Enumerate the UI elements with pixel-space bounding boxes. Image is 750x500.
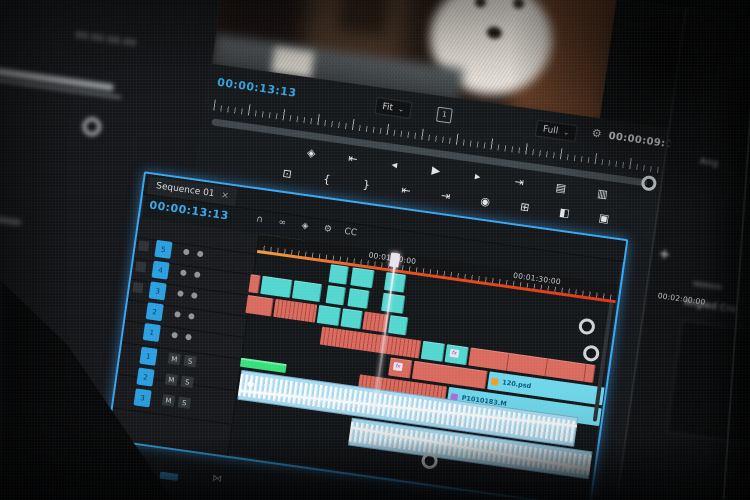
go-to-in-icon[interactable]: ⇤: [385, 181, 426, 199]
video-clip[interactable]: [260, 275, 293, 298]
source-patch[interactable]: [135, 261, 147, 273]
captions-icon[interactable]: CC: [343, 227, 358, 239]
play-icon[interactable]: ▶: [414, 161, 457, 180]
source-zoom-handle[interactable]: [81, 116, 103, 137]
video-clip[interactable]: [388, 315, 409, 336]
video-track-targets: 54321: [142, 239, 173, 346]
video-clip[interactable]: [347, 288, 370, 309]
track-target-button[interactable]: 5: [154, 239, 173, 259]
snap-icon[interactable]: ∩: [252, 214, 267, 226]
mute-button[interactable]: M: [167, 352, 182, 366]
track-target-button[interactable]: 1: [142, 322, 161, 343]
button-editor-plus[interactable]: +: [658, 246, 672, 263]
settings-icon[interactable]: ▣: [583, 209, 624, 227]
track-target-button[interactable]: 4: [151, 260, 170, 280]
add-marker-icon[interactable]: ◈: [290, 144, 333, 163]
solo-button[interactable]: S: [180, 375, 194, 389]
video-clip[interactable]: [420, 340, 446, 362]
track-visibility-toggle[interactable]: [190, 292, 198, 299]
track-visibility-toggle[interactable]: [193, 271, 201, 279]
video-clip[interactable]: [328, 264, 349, 285]
bottom-shadow: [0, 440, 750, 500]
track-lock-toggle[interactable]: [180, 269, 187, 277]
go-to-out-icon[interactable]: ⇥: [425, 187, 466, 205]
mark-out-icon[interactable]: }: [346, 176, 387, 194]
settings-wrench-icon[interactable]: ⚙: [320, 224, 335, 236]
close-icon[interactable]: ×: [221, 190, 230, 201]
step-back-icon[interactable]: ◂: [373, 155, 416, 174]
go-to-in-icon[interactable]: ⇤: [331, 149, 374, 168]
zoom-level-value: Fit: [381, 101, 394, 113]
clip-label: 120.psd: [501, 378, 532, 391]
mute-button[interactable]: M: [164, 373, 179, 386]
blurred-label: [0, 212, 22, 226]
vertical-scrollbar[interactable]: [592, 302, 614, 422]
source-patch[interactable]: [138, 240, 150, 252]
solo-button[interactable]: S: [177, 396, 192, 409]
video-clip[interactable]: [248, 274, 261, 294]
video-clip[interactable]: [340, 308, 363, 329]
chevron-down-icon: ⌄: [397, 104, 406, 114]
fx-badge-orange: [490, 377, 499, 386]
video-clip[interactable]: [316, 305, 342, 326]
track-lock-toggle[interactable]: [182, 248, 190, 256]
audio-target-button[interactable]: 3: [133, 388, 152, 408]
playback-settings-icon[interactable]: 1: [435, 106, 453, 124]
solo-button[interactable]: S: [183, 354, 197, 368]
step-forward-icon[interactable]: ▸: [456, 167, 499, 186]
track-visibility-toggle[interactable]: [185, 333, 192, 341]
fx-badge: fx: [392, 362, 403, 372]
export-frame-icon[interactable]: ⊡: [266, 165, 307, 183]
video-clip[interactable]: [291, 280, 323, 303]
audio-target-button[interactable]: 2: [136, 367, 155, 387]
video-clip[interactable]: [325, 285, 346, 306]
video-clip[interactable]: [350, 267, 375, 289]
photo-of-editing-screen: 00:00:00:00 00:00:13:13 Fit ⌄ 1 ◈ ⇤ ◂ ▶ …: [0, 0, 750, 500]
source-patch[interactable]: [132, 281, 144, 294]
scroll-handle[interactable]: [577, 317, 596, 336]
video-clip[interactable]: [383, 272, 407, 293]
mark-in-icon[interactable]: {: [306, 170, 347, 188]
track-target-button[interactable]: 2: [145, 302, 164, 322]
zoom-level-dropdown[interactable]: Fit ⌄: [374, 97, 413, 119]
track-lock-toggle[interactable]: [171, 331, 179, 339]
track-lock-toggle[interactable]: [174, 311, 181, 318]
source-timecode[interactable]: 00:00:00:00: [75, 31, 137, 49]
track-lock-toggle[interactable]: [177, 290, 184, 298]
mute-button[interactable]: M: [161, 394, 176, 407]
video-clip[interactable]: [273, 298, 318, 323]
video-clip[interactable]: [245, 295, 274, 317]
track-visibility-toggle[interactable]: [188, 312, 195, 320]
linked-selection-icon[interactable]: ∞: [275, 217, 290, 229]
scroll-handle[interactable]: [582, 344, 601, 363]
video-clip[interactable]: [381, 292, 406, 314]
audio-target-button[interactable]: 1: [139, 346, 158, 366]
track-visibility-toggle[interactable]: [196, 250, 204, 258]
fx-badge: fx: [449, 348, 460, 358]
playhead-marker[interactable]: [389, 252, 401, 268]
track-target-button[interactable]: 3: [148, 281, 167, 301]
add-marker-icon[interactable]: ◈: [297, 220, 312, 232]
program-timecode[interactable]: 00:00:13:13: [216, 76, 297, 100]
